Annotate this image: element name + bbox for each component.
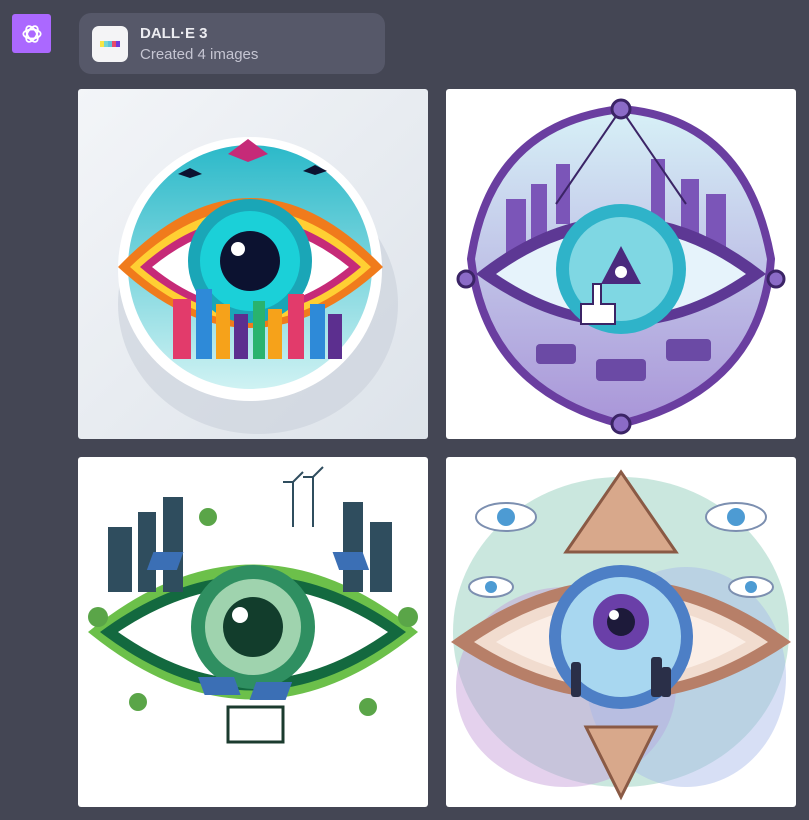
logo-swatch-5 <box>116 41 120 47</box>
purple-eye-city-image <box>446 89 796 439</box>
openai-logo-icon <box>21 24 42 43</box>
plugin-title: DALL·E 3 <box>140 25 208 42</box>
generated-image-1[interactable] <box>78 89 428 439</box>
generated-image-2[interactable] <box>446 89 796 439</box>
dalle-status-chip[interactable]: DALL·E 3 Created 4 images <box>79 13 385 74</box>
conversation-turn: DALL·E 3 Created 4 images <box>0 0 809 820</box>
generated-image-4[interactable] <box>446 457 796 807</box>
watercolor-eye-pyramid-image <box>446 457 796 807</box>
generated-image-3[interactable] <box>78 457 428 807</box>
eye-city-sticker-image <box>78 89 428 439</box>
assistant-avatar <box>12 14 51 53</box>
green-eye-solar-city-image <box>78 457 428 807</box>
dalle-color-strip <box>100 41 120 47</box>
plugin-status: Created 4 images <box>140 46 259 63</box>
dalle-logo-icon <box>92 26 128 62</box>
